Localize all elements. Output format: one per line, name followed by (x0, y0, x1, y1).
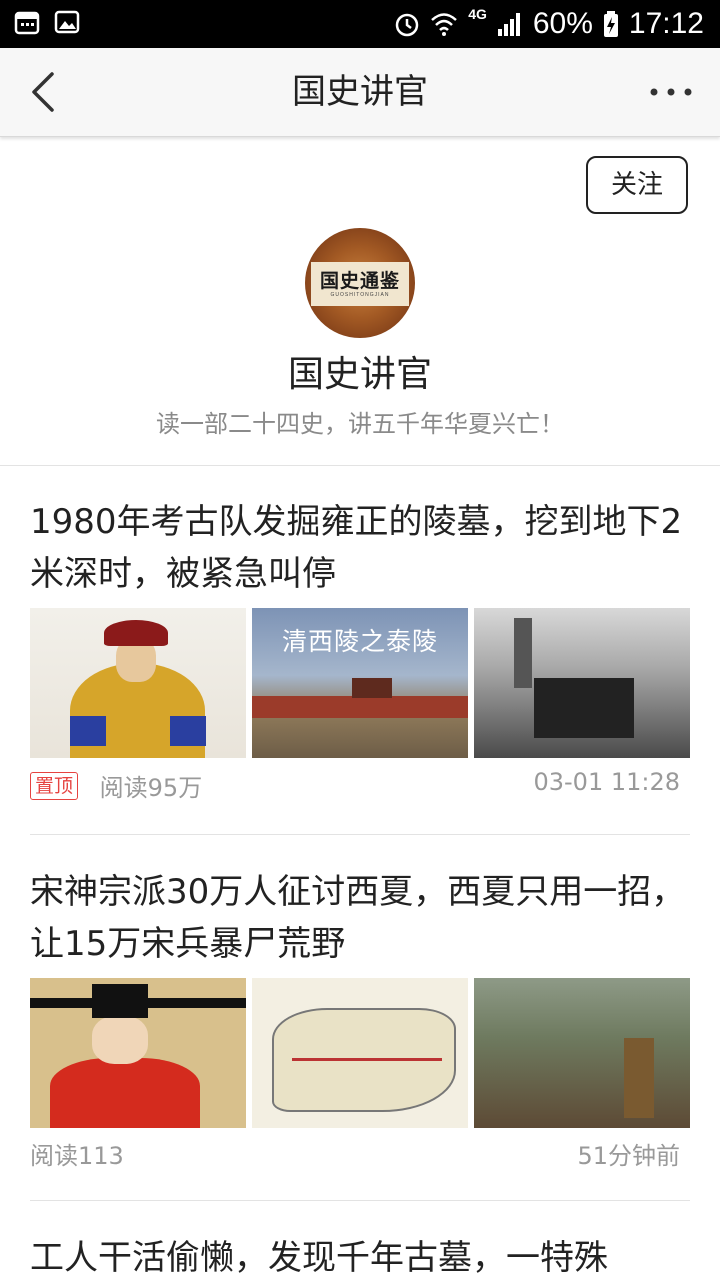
network-type: 4G (468, 6, 487, 22)
article-thumbnail[interactable]: 清西陵之泰陵 (252, 608, 468, 758)
thumbnail-caption: 清西陵之泰陵 (281, 627, 438, 656)
avatar[interactable]: 国史通鉴 GUOSHITONGJIAN (305, 228, 415, 338)
calendar-icon (14, 11, 40, 35)
publish-time: 03-01 11:28 (533, 768, 680, 796)
article-thumbnail[interactable] (474, 608, 690, 758)
more-icon[interactable] (646, 72, 696, 112)
article-thumbnail[interactable] (474, 978, 690, 1128)
nav-bar: 国史讲官 (0, 48, 720, 137)
article-title[interactable]: 宋神宗派30万人征讨西夏，西夏只用一招，让15万宋兵暴尸荒野 (30, 866, 690, 970)
publish-time: 51分钟前 (577, 1142, 680, 1170)
article-thumbnail[interactable] (30, 608, 246, 758)
status-bar: 4G 60% 17:12 (0, 0, 720, 48)
divider (30, 1200, 690, 1201)
battery-charging-icon (603, 11, 618, 37)
follow-button[interactable]: 关注 (586, 156, 688, 214)
avatar-text: 国史通鉴 (319, 270, 400, 292)
nav-title: 国史讲官 (292, 72, 428, 112)
gallery-icon (54, 10, 80, 34)
pinned-badge: 置顶 (30, 771, 79, 800)
status-time: 17:12 (628, 7, 704, 40)
profile-name: 国史讲官 (287, 354, 432, 395)
divider (30, 834, 690, 835)
article-item[interactable]: 工人干活偷懒，发现千年古墓，一特殊 (30, 1232, 690, 1284)
read-count: 阅读113 (30, 1142, 124, 1170)
read-count: 阅读95万 (99, 774, 203, 802)
article-meta: 阅读113 51分钟前 (30, 1136, 680, 1172)
article-meta: 置顶 阅读95万 03-01 11:28 (30, 768, 680, 804)
avatar-subtext: GUOSHITONGJIAN (330, 292, 390, 298)
article-thumbnail[interactable] (30, 978, 246, 1128)
article-title[interactable]: 工人干活偷懒，发现千年古墓，一特殊 (30, 1232, 690, 1284)
article-item[interactable]: 宋神宗派30万人征讨西夏，西夏只用一招，让15万宋兵暴尸荒野 阅读113 51分… (30, 866, 690, 1170)
divider (0, 465, 720, 466)
profile-description: 读一部二十四史，讲五千年华夏兴亡！ (156, 410, 564, 438)
signal-icon (497, 13, 520, 36)
battery-percent: 60% (532, 7, 593, 40)
wifi-icon (431, 13, 458, 36)
alarm-icon (395, 13, 419, 37)
article-title[interactable]: 1980年考古队发掘雍正的陵墓，挖到地下2米深时，被紧急叫停 (30, 496, 690, 600)
article-thumbnail[interactable] (252, 978, 468, 1128)
article-item[interactable]: 1980年考古队发掘雍正的陵墓，挖到地下2米深时，被紧急叫停 清西陵之泰陵 置顶… (30, 496, 690, 802)
